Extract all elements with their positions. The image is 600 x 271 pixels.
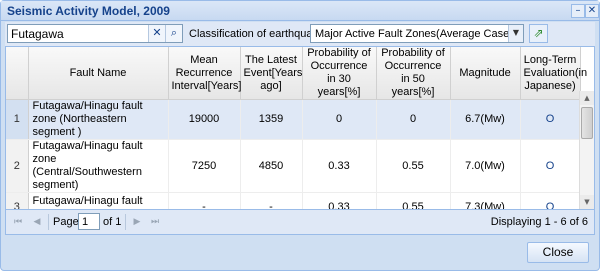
scroll-down-icon[interactable]: ▼ xyxy=(580,195,594,209)
p30-cell: 0.33 xyxy=(302,139,377,193)
p50-cell: 0.55 xyxy=(376,139,451,193)
fault-name-cell: Futagawa/Hinagu fault zone (Central/Sout… xyxy=(28,139,169,193)
p30-cell: 0.33 xyxy=(302,192,377,209)
vertical-scrollbar[interactable]: ▲ ▼ xyxy=(579,91,594,209)
fault-name-cell: Futagawa/Hinagu fault zone (Northeastern… xyxy=(28,99,169,140)
fault-table: Fault Name Mean Recurrence Interval[Year… xyxy=(6,47,587,209)
search-input[interactable] xyxy=(11,26,147,41)
latest-cell: 1359 xyxy=(240,99,303,140)
col-header-fault-name[interactable]: Fault Name xyxy=(28,47,169,100)
evaluation-link[interactable]: O xyxy=(520,139,581,193)
page-count-label: of 1 xyxy=(103,216,122,228)
close-icon[interactable]: ✕ xyxy=(585,4,599,18)
next-page-icon[interactable]: ▶ xyxy=(130,215,144,229)
pager-separator xyxy=(125,214,126,230)
p50-cell: 0 xyxy=(376,99,451,140)
col-header-evaluation[interactable]: Long-Term Evaluation(in Japanese) xyxy=(520,47,587,100)
seismic-model-window: Seismic Activity Model, 2009 – ✕ ✕ ⌕ Cla… xyxy=(0,0,600,271)
col-header-rownum xyxy=(6,47,29,100)
interval-cell: - xyxy=(168,192,241,209)
close-button[interactable]: Close xyxy=(527,242,589,263)
header-row: Fault Name Mean Recurrence Interval[Year… xyxy=(6,47,587,100)
prev-page-icon[interactable]: ◀ xyxy=(30,215,44,229)
table-row[interactable]: 1 Futagawa/Hinagu fault zone (Northeaste… xyxy=(6,99,581,140)
col-header-interval[interactable]: Mean Recurrence Interval[Years] xyxy=(168,47,241,100)
evaluation-link[interactable]: O xyxy=(520,192,581,209)
clear-search-icon[interactable]: ✕ xyxy=(148,25,165,42)
fault-name-cell: Futagawa/Hinagu fault zone (Central segm… xyxy=(28,192,169,209)
magnitude-cell: 7.3(Mw) xyxy=(450,192,521,209)
interval-cell: 7250 xyxy=(168,139,241,193)
classification-value: Major Active Fault Zones(Average Case) xyxy=(315,28,513,40)
latest-cell: - xyxy=(240,192,303,209)
displaying-count: Displaying 1 - 6 of 6 xyxy=(490,216,588,228)
page-number-input[interactable] xyxy=(78,213,100,230)
col-header-latest[interactable]: The Latest Event[Years ago] xyxy=(240,47,303,100)
pager-separator xyxy=(48,214,49,230)
col-header-p50[interactable]: Probability of Occurrence in 50 years[%] xyxy=(376,47,451,100)
interval-cell: 19000 xyxy=(168,99,241,140)
first-page-icon[interactable]: ⏮ xyxy=(11,215,25,229)
paging-toolbar: ⏮ ◀ Page of 1 ▶ ⏭ Displaying 1 - 6 of 6 xyxy=(5,210,595,235)
window-titlebar: Seismic Activity Model, 2009 – ✕ xyxy=(1,1,599,21)
latest-cell: 4850 xyxy=(240,139,303,193)
col-header-p30[interactable]: Probability of Occurrence in 30 years[%] xyxy=(302,47,377,100)
scroll-up-icon[interactable]: ▲ xyxy=(580,91,594,105)
row-number: 1 xyxy=(6,99,29,140)
magnitude-cell: 6.7(Mw) xyxy=(450,99,521,140)
scroll-thumb[interactable] xyxy=(581,107,593,139)
magnitude-cell: 7.0(Mw) xyxy=(450,139,521,193)
classification-label: Classification of earthquakes xyxy=(189,28,330,40)
row-number: 3 xyxy=(6,192,29,209)
p50-cell: 0.55 xyxy=(376,192,451,209)
evaluation-link[interactable]: O xyxy=(520,99,581,140)
toolbar: ✕ ⌕ Classification of earthquakes Major … xyxy=(5,22,595,46)
window-title: Seismic Activity Model, 2009 xyxy=(7,4,170,18)
p30-cell: 0 xyxy=(302,99,377,140)
export-icon[interactable]: ⇗ xyxy=(529,24,548,43)
table-row[interactable]: 3 Futagawa/Hinagu fault zone (Central se… xyxy=(6,192,581,209)
minimize-icon[interactable]: – xyxy=(571,4,585,18)
col-header-magnitude[interactable]: Magnitude xyxy=(450,47,521,100)
row-number: 2 xyxy=(6,139,29,193)
page-label: Page xyxy=(53,216,79,228)
last-page-icon[interactable]: ⏭ xyxy=(148,215,162,229)
search-icon[interactable]: ⌕ xyxy=(165,25,182,42)
table-row[interactable]: 2 Futagawa/Hinagu fault zone (Central/So… xyxy=(6,139,581,193)
fault-grid: Fault Name Mean Recurrence Interval[Year… xyxy=(5,46,595,210)
chevron-down-icon[interactable]: ▼ xyxy=(508,25,523,42)
search-box: ✕ ⌕ xyxy=(7,24,183,43)
classification-select[interactable]: Major Active Fault Zones(Average Case) ▼ xyxy=(310,24,524,43)
